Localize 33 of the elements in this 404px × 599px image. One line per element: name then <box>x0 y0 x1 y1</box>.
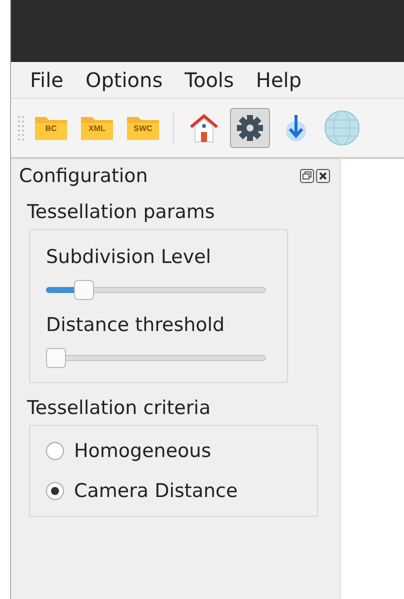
radio-button[interactable] <box>46 482 64 500</box>
slider-thumb[interactable] <box>46 348 66 368</box>
house-icon <box>188 113 220 143</box>
folder-icon <box>34 114 68 142</box>
panel-title: Configuration <box>19 165 148 187</box>
slider-label: Distance threshold <box>46 314 226 336</box>
slider[interactable] <box>46 280 266 300</box>
folder-label: SWC <box>132 124 154 133</box>
toolbar-button[interactable] <box>230 108 270 148</box>
toolbar-grip-icon[interactable] <box>17 114 25 142</box>
slider[interactable] <box>46 348 266 368</box>
close-icon[interactable] <box>316 169 330 183</box>
menu-item[interactable]: Tools <box>174 68 245 92</box>
folder-icon <box>80 114 114 142</box>
menu-item[interactable]: Help <box>244 68 313 92</box>
toolbar-button[interactable]: XML <box>77 108 117 148</box>
folder-icon <box>126 114 160 142</box>
wireframe-sphere-icon <box>324 110 360 146</box>
radio-label[interactable]: Homogeneous <box>74 440 212 462</box>
group-title: Tessellation params <box>27 201 216 223</box>
group-title: Tessellation criteria <box>27 397 212 419</box>
folder-label: BC <box>44 124 58 133</box>
radio-button[interactable] <box>46 442 64 460</box>
float-icon[interactable] <box>300 169 314 183</box>
toolbar-button[interactable]: BC <box>31 108 71 148</box>
radio-label[interactable]: Camera Distance <box>74 480 238 502</box>
settings-icon <box>236 114 264 142</box>
slider-thumb[interactable] <box>74 280 94 300</box>
slider-label: Subdivision Level <box>46 246 212 268</box>
toolbar-button[interactable]: SWC <box>123 108 163 148</box>
menu-item[interactable]: File <box>19 68 74 92</box>
menu-item[interactable]: Options <box>74 68 174 92</box>
folder-label: XML <box>88 124 106 133</box>
